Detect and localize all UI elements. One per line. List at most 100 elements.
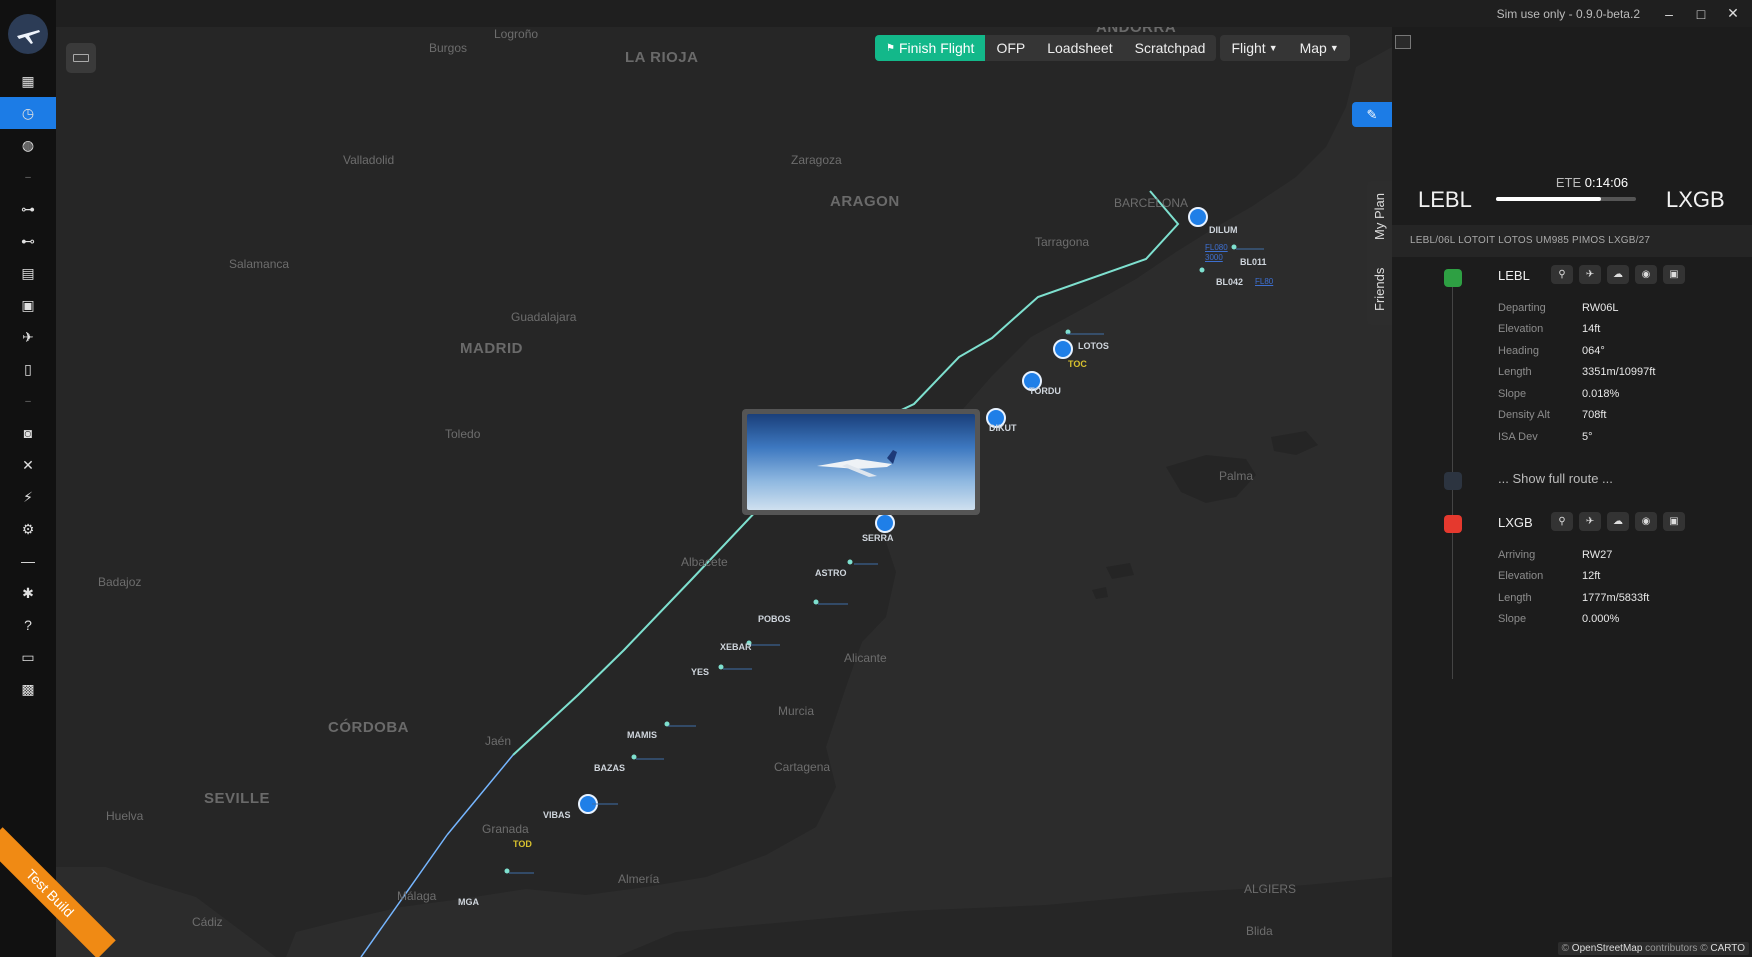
sidebar-bug-icon[interactable]: ✱ xyxy=(0,577,56,609)
close-button[interactable]: ✕ xyxy=(1724,5,1742,23)
aircraft-image xyxy=(747,414,975,510)
waypoint-serra[interactable]: SERRA xyxy=(862,533,894,543)
waypoint-mga[interactable]: MGA xyxy=(458,897,479,907)
sidebar-route-icon[interactable]: ⊶ xyxy=(0,193,56,225)
sidebar-route-alt-icon[interactable]: ⊷ xyxy=(0,225,56,257)
departure-card: LEBL ⚲ ✈ ☁ ◉ ▣ Departing RW06L Elevation 14… xyxy=(1498,265,1685,448)
vor-barcelona-marker[interactable] xyxy=(1188,207,1208,227)
clipboard-icon[interactable]: ▣ xyxy=(1663,265,1685,284)
image-placeholder xyxy=(1395,35,1411,49)
sidebar-help-icon[interactable]: ? xyxy=(0,609,56,641)
cloud-upload-icon[interactable]: ☁ xyxy=(1607,265,1629,284)
waypoint-dikut[interactable]: DIKUT xyxy=(989,423,1017,433)
map-view[interactable]: Logroño Burgos LA RIOJA ANDORRA Valladol… xyxy=(56,27,1392,957)
arrival-details: Arriving RW27 Elevation 12ft Length 1777m/583… xyxy=(1498,544,1649,630)
arrival-detail-row: Length 1777m/5833ft xyxy=(1498,587,1649,609)
sidebar-plug-icon[interactable]: ⚡ xyxy=(0,481,56,513)
sidebar-tools-icon[interactable]: ✕ xyxy=(0,449,56,481)
route-string[interactable]: LEBL/06L LOTOIT LOTOS UM985 PIMOS LXGB/2… xyxy=(1392,225,1752,257)
minimize-button[interactable]: – xyxy=(1660,5,1678,23)
waypoint-bazas[interactable]: BAZAS xyxy=(594,763,625,773)
sidebar-cargo-icon[interactable]: ◙ xyxy=(0,417,56,449)
waypoint-pobos[interactable]: POBOS xyxy=(758,614,791,624)
sidebar-minus-icon[interactable]: — xyxy=(0,545,56,577)
waypoint-bl042[interactable]: BL042 xyxy=(1216,277,1243,287)
flight-progress-bar xyxy=(1496,197,1636,201)
arrival-detail-label: Slope xyxy=(1498,613,1527,626)
flight-dropdown[interactable]: Flight ▼ xyxy=(1220,35,1288,61)
maximize-button[interactable]: □ xyxy=(1692,5,1710,23)
waypoint-yes[interactable]: YES xyxy=(691,667,709,677)
aircraft-preview[interactable] xyxy=(742,409,980,515)
waypoint-mamis[interactable]: MAMIS xyxy=(627,730,657,740)
waypoint-bl011[interactable]: BL011 xyxy=(1240,257,1267,267)
landing-icon[interactable]: ✈ xyxy=(1579,512,1601,531)
layers-button[interactable] xyxy=(66,43,96,73)
toc-marker: TOC xyxy=(1068,359,1087,369)
sidebar-discord-icon[interactable]: ▭ xyxy=(0,641,56,673)
flight-progress-fill xyxy=(1496,197,1601,201)
sidebar-gear-icon[interactable]: ⚙ xyxy=(0,513,56,545)
tab-friends[interactable]: Friends xyxy=(1367,253,1392,325)
arrival-detail-label: Length xyxy=(1498,591,1532,604)
app-logo-icon[interactable] xyxy=(8,14,48,54)
title-bar: Sim use only - 0.9.0-beta.2 – □ ✕ xyxy=(56,0,1752,27)
waypoint-tordu[interactable]: TORDU xyxy=(1029,386,1061,396)
sidebar-clock-icon[interactable]: ◷ xyxy=(0,97,56,129)
tod-marker: TOD xyxy=(513,839,532,849)
departure-detail-row: Departing RW06L xyxy=(1498,297,1655,319)
sidebar-gift-icon[interactable]: ▩ xyxy=(0,673,56,705)
map-attribution: © OpenStreetMap contributors © CARTO xyxy=(1557,942,1749,955)
arrival-detail-value: 0.000% xyxy=(1582,613,1620,626)
waypoint-altitude: 3000 xyxy=(1205,253,1223,262)
ofp-button[interactable]: OFP xyxy=(985,35,1036,61)
flag-icon: ⚑ xyxy=(886,42,895,54)
arrival-detail-row: Elevation 12ft xyxy=(1498,566,1649,588)
sidebar-globe-icon[interactable]: ◍ xyxy=(0,129,56,161)
arrival-detail-label: Elevation xyxy=(1498,570,1544,583)
sidebar-file-icon[interactable]: ▯ xyxy=(0,353,56,385)
show-full-route-link[interactable]: ... Show full route ... xyxy=(1498,471,1613,486)
finish-flight-button[interactable]: ⚑ Finish Flight xyxy=(875,35,986,61)
search-icon[interactable]: ⚲ xyxy=(1551,512,1573,531)
departure-detail-value: RW06L xyxy=(1582,301,1619,314)
carto-link[interactable]: CARTO xyxy=(1710,943,1745,954)
departure-detail-label: Length xyxy=(1498,366,1532,379)
vor-lotos-marker[interactable] xyxy=(1053,339,1073,359)
waypoint-markers xyxy=(504,207,1264,874)
search-icon[interactable]: ⚲ xyxy=(1551,265,1573,284)
departure-icao: LEBL xyxy=(1418,187,1472,212)
sidebar-calendar-icon[interactable]: ▤ xyxy=(0,257,56,289)
cloud-upload-icon[interactable]: ☁ xyxy=(1607,512,1629,531)
radar-icon[interactable]: ◉ xyxy=(1635,265,1657,284)
takeoff-icon[interactable]: ✈ xyxy=(1579,265,1601,284)
sidebar-documents-icon[interactable]: ▣ xyxy=(0,289,56,321)
departure-detail-label: Departing xyxy=(1498,301,1546,314)
pencil-icon: ✎ xyxy=(1366,106,1378,122)
waypoint-vibas[interactable]: VIBAS xyxy=(543,810,571,820)
departure-status-dot xyxy=(1444,269,1462,287)
vor-serra-marker[interactable] xyxy=(875,513,895,533)
departure-detail-row: Slope 0.018% xyxy=(1498,383,1655,405)
scratchpad-button[interactable]: Scratchpad xyxy=(1124,35,1217,61)
clipboard-icon[interactable]: ▣ xyxy=(1663,512,1685,531)
departure-detail-value: 708ft xyxy=(1582,409,1607,422)
arrival-detail-value: 1777m/5833ft xyxy=(1582,591,1650,604)
departure-detail-value: 3351m/10997ft xyxy=(1582,366,1656,379)
loadsheet-button[interactable]: Loadsheet xyxy=(1036,35,1123,61)
waypoint-dilum[interactable]: DILUM xyxy=(1209,225,1238,235)
caret-down-icon: ▼ xyxy=(1329,43,1339,53)
waypoint-xebar[interactable]: XEBAR xyxy=(720,642,752,652)
waypoint-lotos[interactable]: LOTOS xyxy=(1078,341,1109,351)
sidebar: ▦ ◷ ◍ – ⊶ ⊷ ▤ ▣ ✈ ▯ – ◙ ✕ ⚡ ⚙ — ✱? ▭ ▩ xyxy=(0,0,56,957)
map-dropdown[interactable]: Map ▼ xyxy=(1289,35,1350,61)
edit-pencil-button[interactable]: ✎ xyxy=(1352,102,1392,127)
tab-my-plan[interactable]: My Plan xyxy=(1367,181,1392,253)
sidebar-dashboard-icon[interactable]: ▦ xyxy=(0,65,56,97)
osm-link[interactable]: OpenStreetMap xyxy=(1572,943,1643,954)
arrival-detail-value: 12ft xyxy=(1582,570,1601,583)
waypoint-astro[interactable]: ASTRO xyxy=(815,568,847,578)
sidebar-plane-icon[interactable]: ✈ xyxy=(0,321,56,353)
ete-readout: ETE 0:14:06 xyxy=(1555,175,1629,190)
radar-icon[interactable]: ◉ xyxy=(1635,512,1657,531)
